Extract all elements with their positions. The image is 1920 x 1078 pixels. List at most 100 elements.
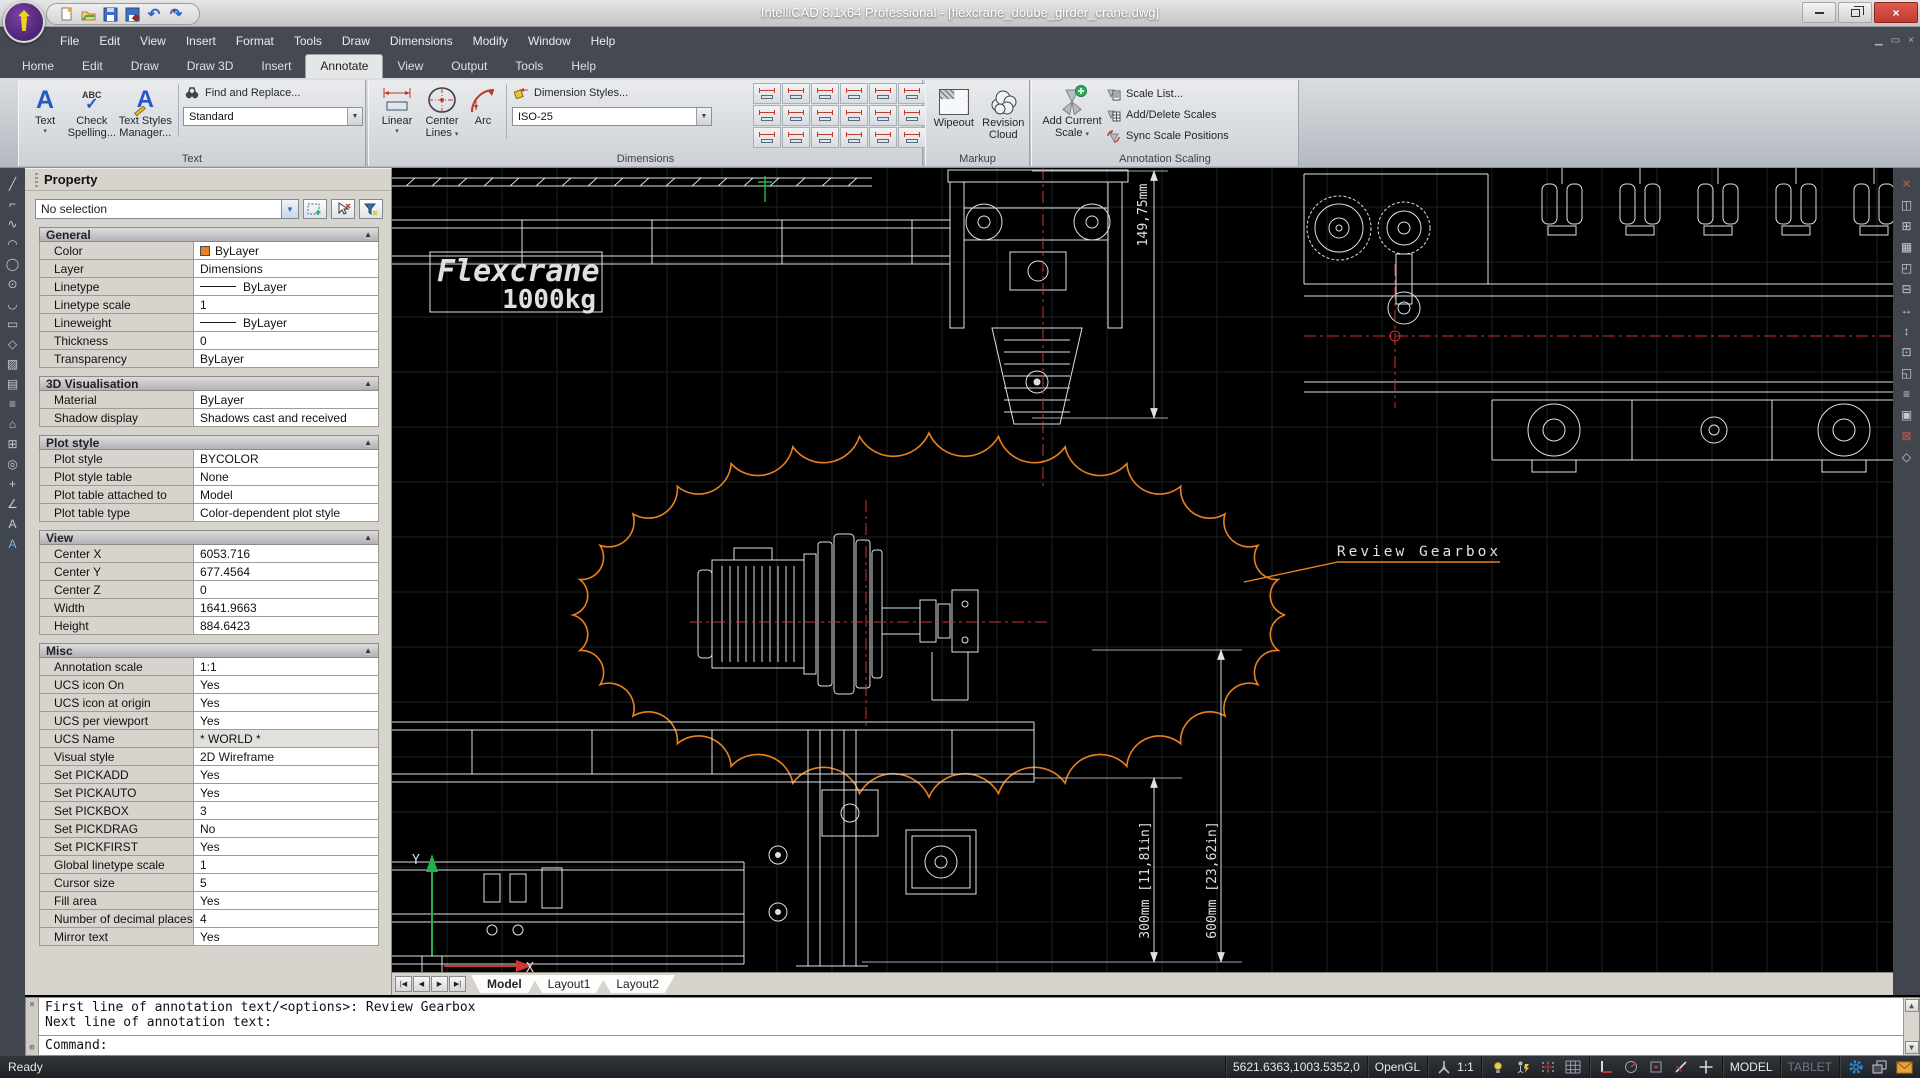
- ortho-icon[interactable]: [1597, 1059, 1615, 1075]
- prop-value[interactable]: ByLayer: [194, 350, 378, 367]
- toggle-pickadd-button[interactable]: [359, 199, 383, 219]
- mtext-tool-icon[interactable]: A: [4, 536, 21, 551]
- select-objects-button[interactable]: [331, 199, 355, 219]
- circle-tool-icon[interactable]: ◯: [4, 256, 21, 271]
- solid-tool-icon[interactable]: ▣: [1898, 407, 1915, 422]
- close-button[interactable]: ×: [1874, 2, 1918, 23]
- prop-row-set-pickfirst[interactable]: Set PICKFIRSTYes: [39, 838, 379, 856]
- radius-dimension-button[interactable]: [840, 105, 868, 126]
- panel-grip[interactable]: [35, 173, 38, 187]
- polyline-tool-icon[interactable]: ⌐: [4, 196, 21, 211]
- dimension-text-edit-button[interactable]: [840, 127, 868, 148]
- prop-value[interactable]: 3: [194, 802, 378, 819]
- polygon-tool-icon[interactable]: ◇: [4, 336, 21, 351]
- prop-row-color[interactable]: ColorByLayer: [39, 242, 379, 260]
- prop-row-plot-table-attached-to[interactable]: Plot table attached toModel: [39, 486, 379, 504]
- app-logo-icon[interactable]: [3, 1, 45, 43]
- prop-row-ucs-icon-on[interactable]: UCS icon OnYes: [39, 676, 379, 694]
- prop-row-center-x[interactable]: Center X6053.716: [39, 545, 379, 563]
- insert-block-tool-icon[interactable]: ⌂: [4, 416, 21, 431]
- prop-value[interactable]: ByLayer: [194, 391, 378, 408]
- prop-row-set-pickdrag[interactable]: Set PICKDRAGNo: [39, 820, 379, 838]
- cloud-label[interactable]: Review Gearbox: [1337, 544, 1501, 560]
- prop-row-plot-style[interactable]: Plot styleBYCOLOR: [39, 450, 379, 468]
- spline-tool-icon[interactable]: ∿: [4, 216, 21, 231]
- table-tool-icon[interactable]: ⊞: [4, 436, 21, 451]
- broken-dimension-button[interactable]: [782, 83, 810, 104]
- selection-select[interactable]: No selection▼: [35, 199, 299, 219]
- prop-row-cursor-size[interactable]: Cursor size5: [39, 874, 379, 892]
- menu-item-window[interactable]: Window: [518, 28, 581, 54]
- menu-item-help[interactable]: Help: [581, 28, 626, 54]
- prop-row-visual-style[interactable]: Visual style2D Wireframe: [39, 748, 379, 766]
- annotation-visibility-icon[interactable]: [1489, 1059, 1507, 1075]
- tab-tools[interactable]: Tools: [501, 55, 557, 78]
- collapse-icon[interactable]: ▲: [364, 379, 372, 388]
- annotation-scale-control[interactable]: 1:1: [1427, 1056, 1481, 1078]
- prop-value[interactable]: No: [194, 820, 378, 837]
- array-tool-icon[interactable]: ⊞: [1898, 218, 1915, 233]
- prop-row-fill-area[interactable]: Fill areaYes: [39, 892, 379, 910]
- prop-section-header[interactable]: 3D Visualisation▲: [39, 376, 379, 391]
- erase-tool-icon[interactable]: ✕: [1898, 176, 1915, 191]
- lineweight-display-icon[interactable]: [1697, 1059, 1715, 1075]
- sheet-tab-layout1[interactable]: Layout1: [532, 975, 607, 993]
- menu-item-edit[interactable]: Edit: [89, 28, 130, 54]
- collapse-icon[interactable]: ▲: [364, 230, 372, 239]
- revision-cloud[interactable]: [573, 433, 1285, 797]
- ordinate-dimension-button[interactable]: [840, 83, 868, 104]
- center-mark-button[interactable]: [869, 105, 897, 126]
- prop-value[interactable]: Yes: [194, 838, 378, 855]
- menu-item-format[interactable]: Format: [226, 28, 284, 54]
- prop-row-number-of-decimal-places[interactable]: Number of decimal places4: [39, 910, 379, 928]
- arc-tool-icon[interactable]: ◠: [4, 236, 21, 251]
- prop-row-center-y[interactable]: Center Y677.4564: [39, 563, 379, 581]
- dimension-styles-button[interactable]: Dimension Styles...: [512, 85, 727, 101]
- grid-display-icon[interactable]: [1564, 1059, 1582, 1075]
- baseline-dimension-button[interactable]: [811, 83, 839, 104]
- prop-row-ucs-icon-at-origin[interactable]: UCS icon at originYes: [39, 694, 379, 712]
- scale-list-button[interactable]: Scale List...: [1104, 86, 1296, 102]
- prop-value[interactable]: 1:1: [194, 658, 378, 675]
- prop-row-center-z[interactable]: Center Z0: [39, 581, 379, 599]
- prop-row-ucs-per-viewport[interactable]: UCS per viewportYes: [39, 712, 379, 730]
- model-space-toggle[interactable]: MODEL: [1722, 1056, 1780, 1078]
- prop-value[interactable]: Dimensions: [194, 260, 378, 277]
- entity-track-icon[interactable]: [1672, 1059, 1690, 1075]
- stretch-v-tool-icon[interactable]: ↕: [1898, 323, 1915, 338]
- bracket-detail[interactable]: [822, 790, 878, 836]
- prop-value[interactable]: ByLayer: [194, 278, 378, 295]
- prev-sheet-button[interactable]: ◀: [413, 976, 430, 992]
- prop-row-ucs-name[interactable]: UCS Name* WORLD *: [39, 730, 379, 748]
- line-tool-icon[interactable]: ╱: [4, 176, 21, 191]
- prop-value[interactable]: 4: [194, 910, 378, 927]
- find-replace-button[interactable]: Find and Replace...: [183, 85, 363, 101]
- menu-item-tools[interactable]: Tools: [284, 28, 332, 54]
- angle-tool-icon[interactable]: ∠: [4, 496, 21, 511]
- cloud-leader[interactable]: [1244, 562, 1500, 582]
- prop-value[interactable]: Yes: [194, 694, 378, 711]
- first-sheet-button[interactable]: |◀: [395, 976, 412, 992]
- tablet-toggle[interactable]: TABLET: [1780, 1056, 1839, 1078]
- multiline-tool-icon[interactable]: ≡: [4, 396, 21, 411]
- prop-value[interactable]: Yes: [194, 766, 378, 783]
- tab-draw[interactable]: Draw: [117, 55, 173, 78]
- command-window[interactable]: × ⊙ First line of annotation text/<optio…: [25, 997, 1920, 1056]
- doc-close-icon[interactable]: ×: [1908, 35, 1914, 46]
- rotate-tool-icon[interactable]: ◇: [1898, 449, 1915, 464]
- hoist-trolley[interactable]: [948, 170, 1128, 424]
- prop-row-plot-table-type[interactable]: Plot table typeColor-dependent plot styl…: [39, 504, 379, 522]
- renderer-toggle[interactable]: OpenGL: [1367, 1056, 1427, 1078]
- prop-row-thickness[interactable]: Thickness0: [39, 332, 379, 350]
- stretch-h-tool-icon[interactable]: ↔: [1898, 302, 1915, 317]
- prop-value[interactable]: Yes: [194, 928, 378, 945]
- menu-item-draw[interactable]: Draw: [332, 28, 380, 54]
- prop-value[interactable]: ByLayer: [194, 242, 378, 259]
- quick-select-button[interactable]: [303, 199, 327, 219]
- doc-restore-icon[interactable]: ▭: [1891, 35, 1900, 46]
- auto-annotation-icon[interactable]: [1514, 1059, 1532, 1075]
- snap-grid-icon[interactable]: [1539, 1059, 1557, 1075]
- prop-row-annotation-scale[interactable]: Annotation scale1:1: [39, 658, 379, 676]
- check-spelling-button[interactable]: ABC✓ CheckSpelling...: [67, 82, 116, 139]
- polar-tracking-icon[interactable]: [1622, 1059, 1640, 1075]
